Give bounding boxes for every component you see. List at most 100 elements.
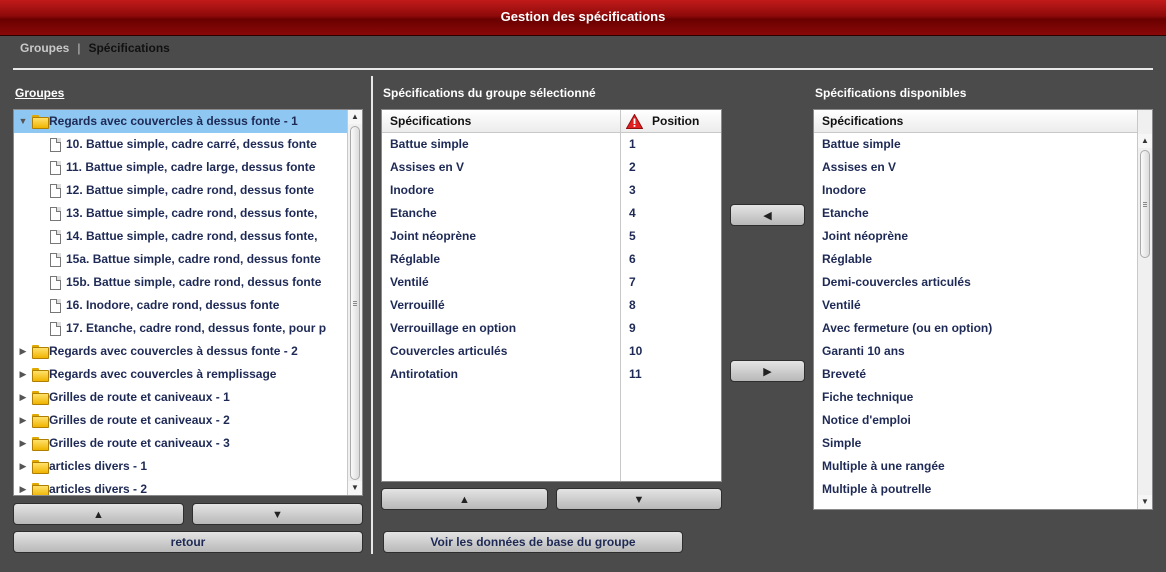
tree-document-item[interactable]: 14. Battue simple, cadre rond, dessus fo… bbox=[14, 225, 348, 248]
spec-name: Verrouillé bbox=[390, 298, 445, 312]
table-row[interactable]: Ventilé 7 bbox=[382, 271, 721, 294]
expand-right-icon[interactable]: ▶ bbox=[18, 363, 28, 386]
list-item[interactable]: Avec fermeture (ou en option) bbox=[814, 317, 1137, 340]
expand-right-icon[interactable]: ▶ bbox=[18, 432, 28, 455]
tree-folder-item[interactable]: ▶ Regards avec couvercles à dessus fonte … bbox=[14, 340, 348, 363]
list-item[interactable]: Assises en V bbox=[814, 156, 1137, 179]
column-header-specifications[interactable]: Spécifications bbox=[390, 110, 471, 133]
tree-item-label: 14. Battue simple, cadre rond, dessus fo… bbox=[66, 229, 318, 243]
list-item[interactable]: Etanche bbox=[814, 202, 1137, 225]
scroll-down-arrow-icon[interactable]: ▼ bbox=[1138, 495, 1152, 509]
list-item[interactable]: Battue simple bbox=[814, 133, 1137, 156]
view-group-base-data-button[interactable]: Voir les données de base du groupe bbox=[383, 531, 683, 553]
tree-document-item[interactable]: 11. Battue simple, cadre large, dessus f… bbox=[14, 156, 348, 179]
tree-document-item[interactable]: 10. Battue simple, cadre carré, dessus f… bbox=[14, 133, 348, 156]
tree-folder-item[interactable]: ▶ articles divers - 2 bbox=[14, 478, 348, 495]
table-row[interactable]: Antirotation 11 bbox=[382, 363, 721, 386]
document-icon bbox=[50, 161, 61, 175]
spec-position: 1 bbox=[629, 137, 636, 151]
tree-folder-item[interactable]: ▶ Regards avec couvercles à remplissage bbox=[14, 363, 348, 386]
list-item[interactable]: Ventilé bbox=[814, 294, 1137, 317]
tree-document-item[interactable]: 13. Battue simple, cadre rond, dessus fo… bbox=[14, 202, 348, 225]
tree-folder-item[interactable]: ▼ Regards avec couvercles à dessus fonte … bbox=[14, 110, 348, 133]
expand-right-icon[interactable]: ▶ bbox=[18, 455, 28, 478]
tree-item-label: articles divers - 1 bbox=[49, 459, 148, 473]
table-row[interactable]: Battue simple 1 bbox=[382, 133, 721, 156]
remove-spec-button[interactable]: ▶ bbox=[730, 360, 805, 382]
breadcrumb-groupes[interactable]: Groupes bbox=[20, 41, 69, 55]
list-item[interactable]: Demi-couvercles articulés bbox=[814, 271, 1137, 294]
expand-right-icon[interactable]: ▶ bbox=[18, 478, 28, 495]
table-row[interactable]: Verrouillage en option 9 bbox=[382, 317, 721, 340]
document-icon bbox=[50, 207, 61, 221]
expand-right-icon[interactable]: ▶ bbox=[18, 409, 28, 432]
tree-document-item[interactable]: 15a. Battue simple, cadre rond, dessus f… bbox=[14, 248, 348, 271]
groups-scrollbar[interactable]: ▲ ▼ bbox=[347, 110, 362, 495]
table-row[interactable]: Assises en V 2 bbox=[382, 156, 721, 179]
spec-move-down-button[interactable]: ▼ bbox=[556, 488, 722, 510]
scroll-up-arrow-icon[interactable]: ▲ bbox=[348, 110, 362, 124]
tree-document-item[interactable]: 16. Inodore, cadre rond, dessus fonte bbox=[14, 294, 348, 317]
tree-document-item[interactable]: 15b. Battue simple, cadre rond, dessus f… bbox=[14, 271, 348, 294]
groups-move-down-button[interactable]: ▼ bbox=[192, 503, 363, 525]
list-item[interactable]: Joint néoprène bbox=[814, 225, 1137, 248]
spec-position: 4 bbox=[629, 206, 636, 220]
expand-right-icon[interactable]: ▶ bbox=[18, 386, 28, 409]
scroll-up-arrow-icon[interactable]: ▲ bbox=[1138, 134, 1152, 148]
list-item[interactable]: Réglable bbox=[814, 248, 1137, 271]
spec-name: Assises en V bbox=[822, 160, 897, 174]
spec-position: 11 bbox=[629, 367, 642, 381]
tree-folder-item[interactable]: ▶ Grilles de route et caniveaux - 2 bbox=[14, 409, 348, 432]
tree-folder-item[interactable]: ▶ articles divers - 1 bbox=[14, 455, 348, 478]
tree-item-label: 11. Battue simple, cadre large, dessus f… bbox=[66, 160, 316, 174]
tree-item-label: 15a. Battue simple, cadre rond, dessus f… bbox=[66, 252, 321, 266]
folder-icon bbox=[32, 345, 49, 359]
breadcrumb: Groupes | Spécifications bbox=[20, 41, 170, 55]
spec-name: Avec fermeture (ou en option) bbox=[822, 321, 993, 335]
expand-down-icon[interactable]: ▼ bbox=[18, 110, 28, 133]
table-row[interactable]: Joint néoprène 5 bbox=[382, 225, 721, 248]
add-spec-button[interactable]: ◀ bbox=[730, 204, 805, 226]
list-item[interactable]: Simple bbox=[814, 432, 1137, 455]
tree-item-label: 15b. Battue simple, cadre rond, dessus f… bbox=[66, 275, 322, 289]
selected-specs-table[interactable]: Spécifications Position Battue simple 1 As… bbox=[381, 109, 722, 482]
spec-move-up-button[interactable]: ▲ bbox=[381, 488, 548, 510]
table-row[interactable]: Verrouillé 8 bbox=[382, 294, 721, 317]
available-specs-list[interactable]: Spécifications Battue simple Assises en V… bbox=[813, 109, 1153, 510]
column-header-position[interactable]: Position bbox=[652, 110, 699, 133]
window-title: Gestion des spécifications bbox=[0, 0, 1166, 36]
expand-right-icon[interactable]: ▶ bbox=[18, 340, 28, 363]
list-item[interactable]: Multiple à poutrelle bbox=[814, 478, 1137, 501]
spec-name: Notice d'emploi bbox=[822, 413, 911, 427]
scroll-thumb[interactable] bbox=[1140, 150, 1150, 258]
document-icon bbox=[50, 299, 61, 313]
tree-item-label: Grilles de route et caniveaux - 1 bbox=[49, 390, 230, 404]
groups-move-up-button[interactable]: ▲ bbox=[13, 503, 184, 525]
tree-document-item[interactable]: 17. Etanche, cadre rond, dessus fonte, p… bbox=[14, 317, 348, 340]
list-item[interactable]: Breveté bbox=[814, 363, 1137, 386]
table-row[interactable]: Etanche 4 bbox=[382, 202, 721, 225]
list-item[interactable]: Inodore bbox=[814, 179, 1137, 202]
scroll-down-arrow-icon[interactable]: ▼ bbox=[348, 481, 362, 495]
scroll-thumb[interactable] bbox=[350, 126, 360, 480]
tree-folder-item[interactable]: ▶ Grilles de route et caniveaux - 1 bbox=[14, 386, 348, 409]
tree-folder-item[interactable]: ▶ Grilles de route et caniveaux - 3 bbox=[14, 432, 348, 455]
spec-name: Breveté bbox=[822, 367, 867, 381]
list-item[interactable]: Garanti 10 ans bbox=[814, 340, 1137, 363]
folder-icon bbox=[32, 391, 49, 405]
list-item[interactable]: Multiple à une rangée bbox=[814, 455, 1137, 478]
table-row[interactable]: Réglable 6 bbox=[382, 248, 721, 271]
spec-name: Antirotation bbox=[390, 367, 458, 381]
available-scrollbar[interactable]: ▲ ▼ bbox=[1137, 110, 1152, 509]
triangle-left-icon: ◀ bbox=[763, 210, 772, 222]
groups-tree[interactable]: ▼ Regards avec couvercles à dessus fonte … bbox=[13, 109, 363, 496]
list-item[interactable]: Fiche technique bbox=[814, 386, 1137, 409]
back-button[interactable]: retour bbox=[13, 531, 363, 553]
spec-name: Demi-couvercles articulés bbox=[822, 275, 971, 289]
table-row[interactable]: Inodore 3 bbox=[382, 179, 721, 202]
folder-icon bbox=[32, 414, 49, 428]
list-item[interactable]: Notice d'emploi bbox=[814, 409, 1137, 432]
tree-document-item[interactable]: 12. Battue simple, cadre rond, dessus fo… bbox=[14, 179, 348, 202]
table-row[interactable]: Couvercles articulés 10 bbox=[382, 340, 721, 363]
column-header-specifications[interactable]: Spécifications bbox=[822, 110, 903, 133]
